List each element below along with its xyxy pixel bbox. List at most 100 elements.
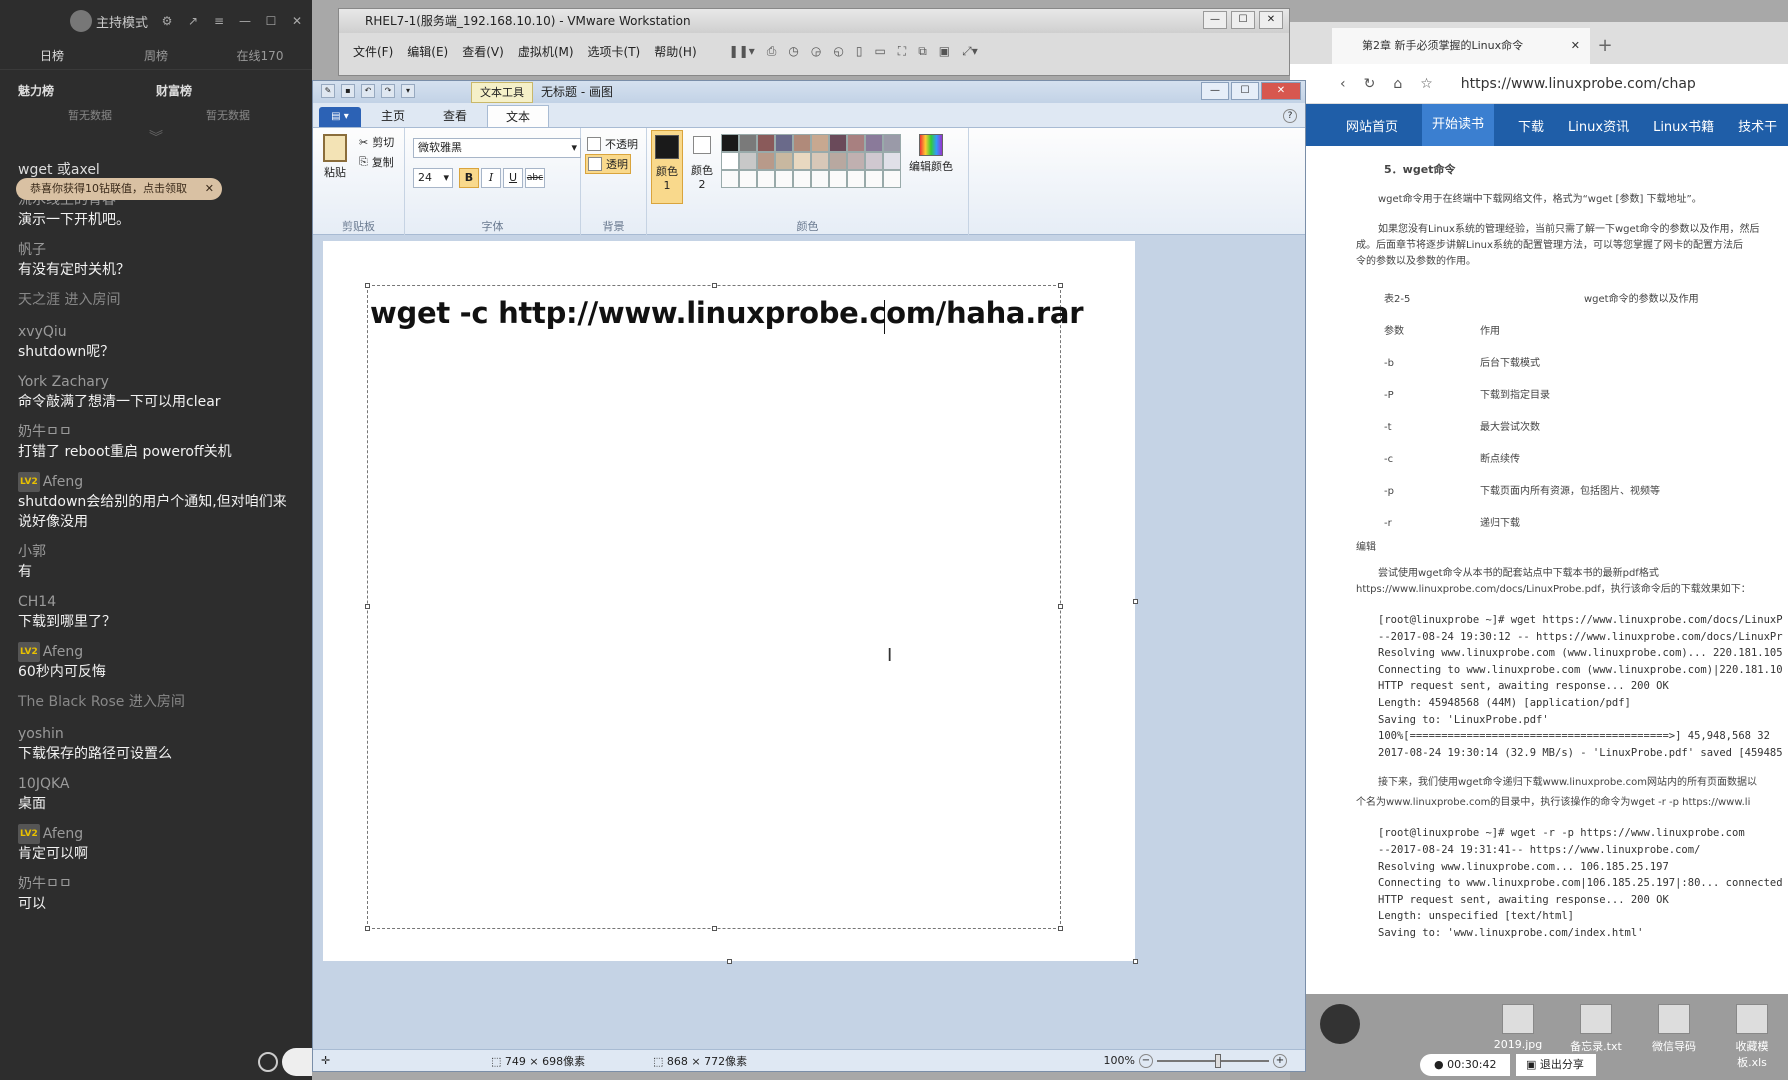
- menu-vm[interactable]: 虚拟机(M): [518, 43, 574, 60]
- help-icon[interactable]: ?: [1283, 109, 1297, 123]
- console-icon[interactable]: ▣: [939, 44, 950, 59]
- zoom-in-button[interactable]: +: [1273, 1054, 1287, 1068]
- nav-start-reading[interactable]: 开始读书: [1422, 104, 1495, 146]
- menu-tabs[interactable]: 选项卡(T): [588, 43, 641, 60]
- close-icon[interactable]: ✕: [205, 178, 214, 200]
- palette-swatch[interactable]: [775, 152, 793, 170]
- close-button[interactable]: ✕: [1259, 11, 1283, 29]
- palette-swatch-empty[interactable]: [775, 170, 793, 188]
- nav-linux-news[interactable]: Linux资讯: [1568, 116, 1629, 135]
- palette-swatch[interactable]: [829, 134, 847, 152]
- underline-button[interactable]: U: [503, 168, 523, 188]
- palette-swatch[interactable]: [829, 152, 847, 170]
- minimize-button[interactable]: —: [1201, 82, 1229, 100]
- cut-button[interactable]: ✂ 剪切: [359, 134, 394, 150]
- desktop-file[interactable]: 微信导码: [1644, 1004, 1704, 1070]
- exit-share-button[interactable]: ▣ 退出分享: [1516, 1054, 1596, 1076]
- text-box[interactable]: wget -c http://www.linuxprobe.com/haha.r…: [365, 283, 1084, 931]
- palette-swatch-empty[interactable]: [721, 170, 739, 188]
- edit-link[interactable]: 编辑: [1356, 540, 1788, 556]
- stretch-icon[interactable]: ⤢▾: [962, 44, 978, 59]
- redo-icon[interactable]: ↷: [381, 84, 395, 98]
- palette-swatch[interactable]: [739, 134, 757, 152]
- snapshot-icon[interactable]: ◷: [788, 44, 798, 59]
- palette-swatch[interactable]: [721, 134, 739, 152]
- resize-handle[interactable]: [1058, 604, 1063, 609]
- palette-swatch[interactable]: [883, 152, 901, 170]
- resize-handle[interactable]: [1058, 283, 1063, 288]
- canvas-resize-handle[interactable]: [727, 959, 732, 964]
- tab-weekly[interactable]: 周榜: [104, 42, 208, 69]
- palette-swatch-empty[interactable]: [847, 170, 865, 188]
- tab-daily[interactable]: 日榜: [0, 42, 104, 69]
- url-field[interactable]: https://www.linuxprobe.com/chap: [1461, 76, 1696, 92]
- palette-swatch[interactable]: [739, 152, 757, 170]
- tab-online[interactable]: 在线170: [208, 42, 312, 69]
- copy-button[interactable]: ⎘ 复制: [359, 154, 394, 170]
- refresh-icon[interactable]: ↻: [1364, 76, 1376, 92]
- resize-handle[interactable]: [712, 283, 717, 288]
- unity-icon[interactable]: ⧉: [918, 44, 927, 59]
- desktop-file[interactable]: 收藏模板.xls: [1722, 1004, 1782, 1070]
- share-icon[interactable]: ↗: [186, 14, 200, 28]
- resize-handle[interactable]: [365, 604, 370, 609]
- manage-snapshots-icon[interactable]: ◵: [833, 44, 843, 59]
- nav-download[interactable]: 下载: [1518, 116, 1544, 135]
- palette-swatch[interactable]: [811, 152, 829, 170]
- palette-swatch[interactable]: [847, 134, 865, 152]
- font-family-select[interactable]: 微软雅黑 ▾: [413, 138, 581, 158]
- reward-toast[interactable]: 恭喜你获得10钻联值，点击领取 ✕: [16, 178, 222, 200]
- canvas-resize-handle[interactable]: [1133, 959, 1138, 964]
- back-icon[interactable]: ‹: [1340, 76, 1346, 92]
- menu-view[interactable]: 查看(V): [462, 43, 504, 60]
- nav-linux-books[interactable]: Linux书籍: [1653, 116, 1714, 135]
- zoom-out-button[interactable]: −: [1139, 1054, 1153, 1068]
- resize-handle[interactable]: [365, 283, 370, 288]
- menu-edit[interactable]: 编辑(E): [407, 43, 448, 60]
- send-keys-icon[interactable]: ⎙: [767, 44, 777, 59]
- opaque-button[interactable]: 不透明: [587, 136, 638, 152]
- palette-swatch[interactable]: [793, 134, 811, 152]
- color1-button[interactable]: 颜色 1: [651, 130, 683, 204]
- palette-swatch-empty[interactable]: [739, 170, 757, 188]
- resize-handle[interactable]: [1058, 926, 1063, 931]
- font-size-select[interactable]: 24 ▾: [413, 168, 453, 188]
- chevron-down-icon[interactable]: ︾: [0, 127, 312, 147]
- maximize-icon[interactable]: ☐: [264, 14, 278, 28]
- bookmark-star-icon[interactable]: ☆: [1420, 76, 1433, 92]
- transparent-button[interactable]: 透明: [585, 154, 631, 174]
- palette-swatch[interactable]: [757, 134, 775, 152]
- resize-handle[interactable]: [712, 926, 717, 931]
- pause-icon[interactable]: ❚❚▾: [729, 44, 755, 59]
- maximize-button[interactable]: ☐: [1231, 11, 1255, 29]
- palette-swatch-empty[interactable]: [793, 170, 811, 188]
- minimize-icon[interactable]: —: [238, 14, 252, 28]
- palette-swatch[interactable]: [811, 134, 829, 152]
- maximize-button[interactable]: ☐: [1231, 82, 1259, 100]
- customize-qat-icon[interactable]: ▾: [401, 84, 415, 98]
- browser-tab[interactable]: 第2章 新手必须掌握的Linux命令 ✕: [1332, 28, 1590, 64]
- close-tab-icon[interactable]: ✕: [1571, 28, 1580, 64]
- palette-swatch[interactable]: [847, 152, 865, 170]
- zoom-slider-thumb[interactable]: [1215, 1054, 1221, 1068]
- settings-icon[interactable]: ⚙: [160, 14, 174, 28]
- palette-swatch-empty[interactable]: [883, 170, 901, 188]
- emoji-icon[interactable]: [258, 1052, 278, 1072]
- menu-file[interactable]: 文件(F): [353, 43, 393, 60]
- palette-swatch[interactable]: [775, 134, 793, 152]
- minimize-button[interactable]: —: [1203, 11, 1227, 29]
- paste-button[interactable]: 粘贴: [323, 134, 347, 180]
- tab-home[interactable]: 主页: [363, 105, 423, 127]
- palette-swatch[interactable]: [793, 152, 811, 170]
- edit-colors-button[interactable]: 编辑颜色: [901, 134, 961, 174]
- nav-tech[interactable]: 技术干: [1738, 116, 1777, 135]
- tab-text[interactable]: 文本: [487, 105, 550, 127]
- zoom-slider-track[interactable]: [1157, 1060, 1269, 1062]
- palette-swatch-empty[interactable]: [865, 170, 883, 188]
- canvas-resize-handle[interactable]: [1133, 599, 1138, 604]
- color2-button[interactable]: 颜色 2: [687, 134, 717, 191]
- tab-view[interactable]: 查看: [425, 105, 485, 127]
- palette-swatch[interactable]: [865, 152, 883, 170]
- fullscreen-icon[interactable]: ⛶: [898, 44, 906, 59]
- sidebar-view-icon[interactable]: ▯: [856, 44, 863, 59]
